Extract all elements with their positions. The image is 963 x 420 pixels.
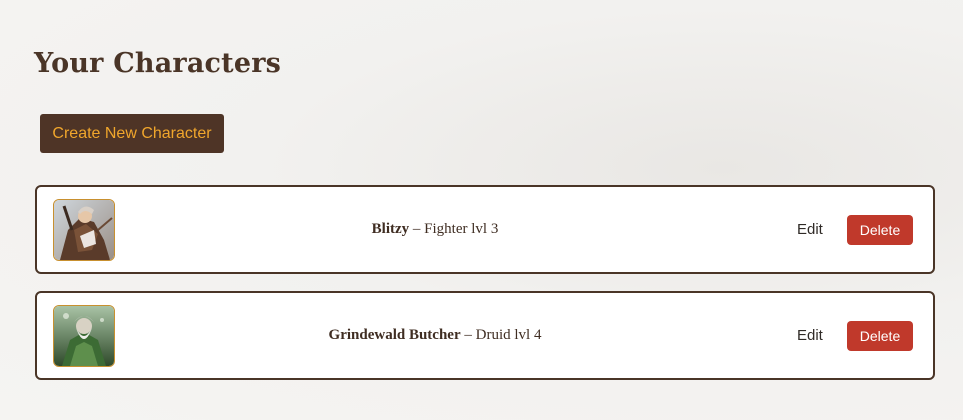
name-separator: – [412,221,421,237]
character-summary: Blitzy – Fighter lvl 3 [117,187,753,272]
character-name: Grindewald Butcher [328,327,461,343]
create-new-character-button[interactable]: Create New Character [40,114,224,153]
druid-portrait-icon [53,305,115,367]
character-card: Grindewald Butcher – Druid lvl 4 Edit De… [35,291,935,380]
character-class-level: Fighter lvl 3 [424,221,499,237]
page-title: Your Characters [34,48,282,79]
character-summary: Grindewald Butcher – Druid lvl 4 [117,293,753,378]
character-name: Blitzy [371,221,410,237]
character-class-level: Druid lvl 4 [475,327,542,343]
delete-character-button[interactable]: Delete [847,215,913,245]
edit-character-link[interactable]: Edit [797,293,823,378]
name-separator: – [464,327,472,343]
character-card: Blitzy – Fighter lvl 3 Edit Delete [35,185,935,274]
characters-page: Your Characters Create New Character Bli… [0,0,963,420]
edit-character-link[interactable]: Edit [797,187,823,272]
delete-character-button[interactable]: Delete [847,321,913,351]
fighter-portrait-icon [53,199,115,261]
